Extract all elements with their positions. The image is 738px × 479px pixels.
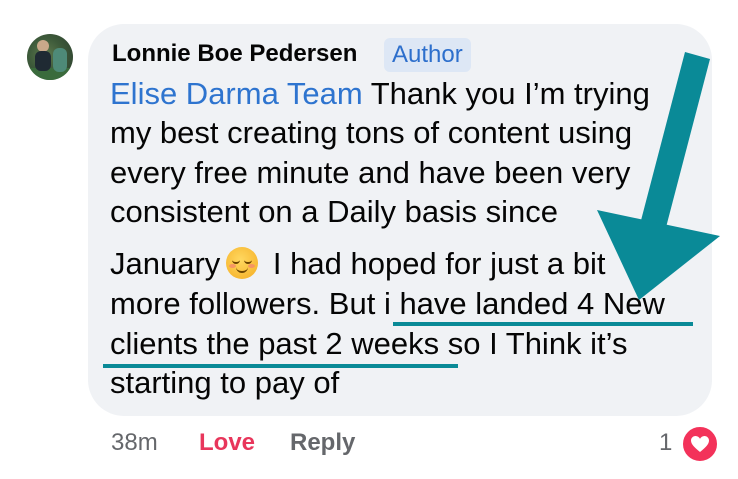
love-button[interactable]: Love — [199, 429, 255, 457]
heart-icon[interactable] — [681, 425, 719, 463]
reaction-count[interactable]: 1 — [659, 429, 672, 457]
annotation-arrow-icon — [597, 52, 720, 300]
comment-screen: Lonnie Boe Pedersen Author Elise Darma T… — [0, 0, 738, 479]
timestamp: 38m — [111, 429, 158, 456]
reply-button[interactable]: Reply — [290, 429, 355, 457]
